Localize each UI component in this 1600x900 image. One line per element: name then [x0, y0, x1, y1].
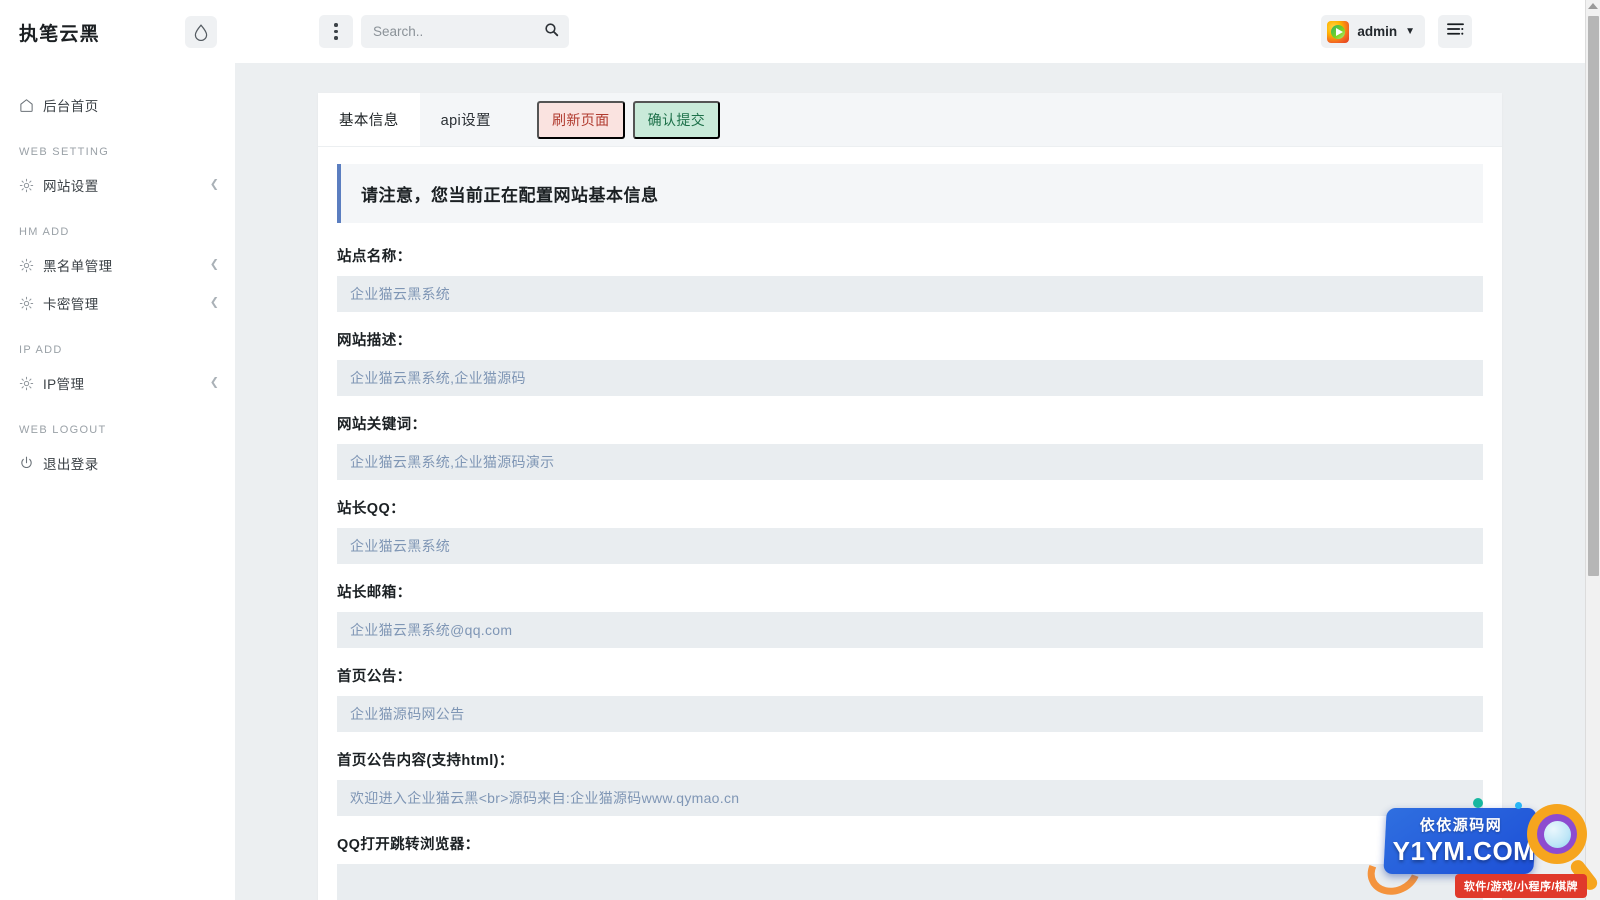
- field-webmaster-qq: 站长QQ：: [337, 497, 1483, 564]
- site-description-input[interactable]: [337, 360, 1483, 396]
- chevron-left-icon: ❮: [209, 178, 219, 191]
- field-home-announcement-content: 首页公告内容(支持html)：: [337, 749, 1483, 816]
- sidebar-section-web-logout: WEB LOGOUT: [19, 424, 107, 436]
- sidebar-item-site-settings[interactable]: 网站设置 ❮: [0, 166, 235, 204]
- scrollbar-thumb[interactable]: [1588, 16, 1599, 576]
- sidebar-item-label: 黑名单管理: [43, 259, 113, 274]
- sidebar-item-label: 后台首页: [43, 99, 99, 114]
- water-drop-button[interactable]: [185, 16, 217, 48]
- vertical-scrollbar[interactable]: [1585, 0, 1600, 900]
- field-webmaster-email: 站长邮箱：: [337, 581, 1483, 648]
- sidebar-brand-row: 执笔云黑: [0, 0, 235, 64]
- list-menu-icon: [1446, 22, 1464, 41]
- search-placeholder: Search..: [373, 24, 424, 39]
- sidebar-item-label: 卡密管理: [43, 297, 99, 312]
- scroll-up-arrow-icon[interactable]: [1588, 3, 1598, 9]
- kebab-menu-icon: [334, 21, 338, 41]
- tab-basic-info[interactable]: 基本信息: [318, 93, 420, 146]
- search-input[interactable]: Search..: [361, 15, 569, 48]
- brand-title: 执笔云黑: [19, 23, 100, 45]
- home-announcement-input[interactable]: [337, 696, 1483, 732]
- field-site-name: 站点名称：: [337, 245, 1483, 312]
- gear-icon: [19, 296, 39, 311]
- webmaster-qq-input[interactable]: [337, 528, 1483, 564]
- tab-strip: 基本信息 api设置 刷新页面 确认提交: [318, 93, 1502, 147]
- tab-api-settings[interactable]: api设置: [420, 93, 512, 146]
- list-menu-button[interactable]: [1438, 15, 1472, 48]
- confirm-submit-button[interactable]: 确认提交: [632, 100, 721, 139]
- field-label: QQ打开跳转浏览器：: [337, 837, 480, 853]
- tab-action-buttons: 刷新页面 确认提交: [536, 93, 721, 146]
- power-icon: [19, 456, 39, 471]
- sidebar: 执笔云黑 后台首页 WEB SETTING 网站设置 ❮ HM ADD 黑名单管…: [0, 0, 235, 900]
- field-label: 站长QQ：: [337, 501, 406, 517]
- sidebar-item-label: IP管理: [43, 377, 85, 392]
- user-menu-button[interactable]: admin ▼: [1321, 15, 1425, 48]
- user-name-label: admin: [1357, 24, 1398, 39]
- sidebar-item-label: 网站设置: [43, 179, 99, 194]
- field-home-announcement: 首页公告：: [337, 665, 1483, 732]
- gear-icon: [19, 258, 39, 273]
- field-label: 站点名称：: [337, 249, 412, 265]
- alert-message: 请注意，您当前正在配置网站基本信息: [361, 186, 659, 205]
- home-announcement-content-input[interactable]: [337, 780, 1483, 816]
- user-avatar-icon: [1327, 20, 1350, 43]
- sidebar-item-home[interactable]: 后台首页: [0, 86, 235, 124]
- sidebar-section-ip-add: IP ADD: [19, 344, 63, 356]
- sidebar-item-blacklist[interactable]: 黑名单管理 ❮: [0, 246, 235, 284]
- chevron-left-icon: ❮: [209, 376, 219, 389]
- gear-icon: [19, 178, 39, 193]
- settings-card: 基本信息 api设置 刷新页面 确认提交 请注意，您当前正在配置网站基本信息 站…: [318, 93, 1502, 900]
- app-root: 执笔云黑 后台首页 WEB SETTING 网站设置 ❮ HM ADD 黑名单管…: [0, 0, 1600, 900]
- chevron-left-icon: ❮: [209, 296, 219, 309]
- qq-open-browser-input[interactable]: [337, 864, 1483, 900]
- field-label: 网站描述：: [337, 333, 412, 349]
- top-bar: Search.. admin ▼: [235, 0, 1585, 63]
- gear-icon: [19, 376, 39, 391]
- field-site-description: 网站描述：: [337, 329, 1483, 396]
- water-drop-icon: [194, 23, 208, 41]
- field-label: 站长邮箱：: [337, 585, 412, 601]
- sidebar-item-label: 退出登录: [43, 457, 99, 472]
- sidebar-item-ip-management[interactable]: IP管理 ❮: [0, 364, 235, 402]
- field-label: 首页公告：: [337, 669, 412, 685]
- home-icon: [19, 98, 39, 113]
- field-qq-open-browser: QQ打开跳转浏览器：: [337, 833, 1483, 900]
- top-bar-right: admin ▼: [1321, 15, 1472, 48]
- field-site-keywords: 网站关键词：: [337, 413, 1483, 480]
- site-keywords-input[interactable]: [337, 444, 1483, 480]
- sidebar-section-web-setting: WEB SETTING: [19, 146, 110, 158]
- card-body: 请注意，您当前正在配置网站基本信息 站点名称： 网站描述： 网站关键词： 站长Q…: [318, 147, 1502, 900]
- chevron-down-icon: ▼: [1405, 26, 1415, 37]
- kebab-menu-button[interactable]: [319, 15, 353, 48]
- sidebar-item-card-key[interactable]: 卡密管理 ❮: [0, 284, 235, 322]
- field-label: 网站关键词：: [337, 417, 427, 433]
- chevron-left-icon: ❮: [209, 258, 219, 271]
- field-label: 首页公告内容(支持html)：: [337, 753, 514, 769]
- webmaster-email-input[interactable]: [337, 612, 1483, 648]
- site-name-input[interactable]: [337, 276, 1483, 312]
- search-icon[interactable]: [544, 22, 559, 42]
- top-bar-left: Search..: [319, 15, 569, 48]
- main-content: 基本信息 api设置 刷新页面 确认提交 请注意，您当前正在配置网站基本信息 站…: [235, 63, 1585, 900]
- sidebar-nav: 后台首页 WEB SETTING 网站设置 ❮ HM ADD 黑名单管理 ❮ 卡…: [0, 64, 235, 482]
- info-alert: 请注意，您当前正在配置网站基本信息: [337, 164, 1483, 223]
- sidebar-section-hm-add: HM ADD: [19, 226, 70, 238]
- sidebar-item-logout[interactable]: 退出登录: [0, 444, 235, 482]
- refresh-page-button[interactable]: 刷新页面: [536, 100, 625, 139]
